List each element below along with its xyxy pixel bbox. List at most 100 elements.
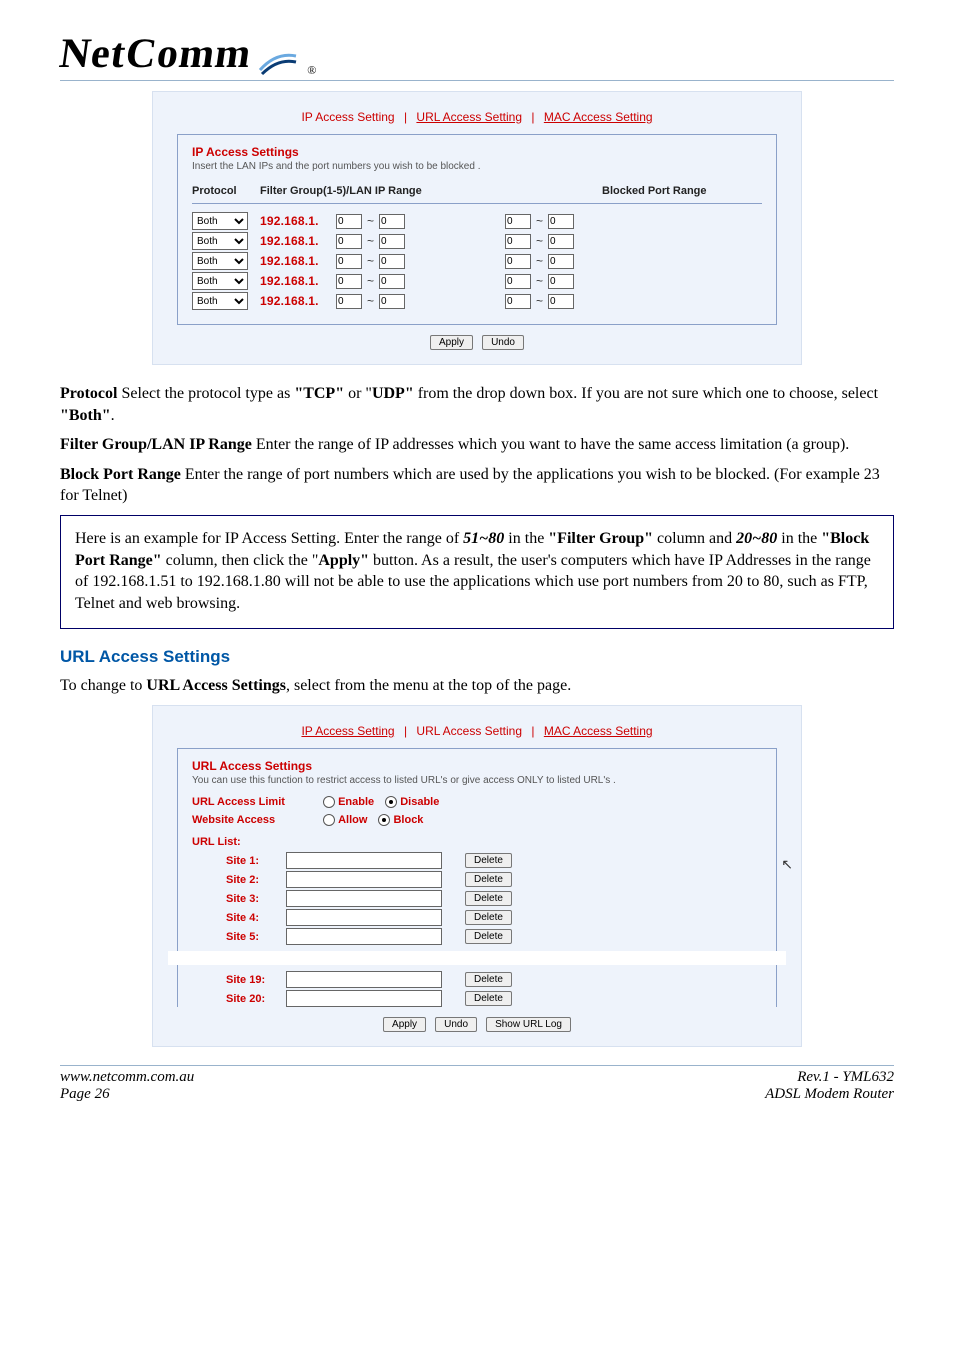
site-url-input[interactable] xyxy=(286,890,442,907)
radio-enable[interactable] xyxy=(323,796,335,808)
tab-url-access-2[interactable]: URL Access Setting xyxy=(416,724,522,738)
url-row: Site 2: Delete xyxy=(192,871,762,888)
port-start-input[interactable] xyxy=(505,294,531,309)
port-start-input[interactable] xyxy=(505,274,531,289)
registered-mark: ® xyxy=(307,63,316,78)
ip-end-input[interactable] xyxy=(379,294,405,309)
ip-table-header: Protocol Filter Group(1-5)/LAN IP Range … xyxy=(192,182,762,204)
ip-end-input[interactable] xyxy=(379,254,405,269)
ip-settings-fieldset: IP Access Settings Insert the LAN IPs an… xyxy=(177,134,777,325)
ip-start-input[interactable] xyxy=(336,274,362,289)
tab-ip-access-2[interactable]: IP Access Setting xyxy=(301,724,394,738)
site-url-input[interactable] xyxy=(286,928,442,945)
url-list-title: URL List: xyxy=(192,836,762,848)
tab-mac-access[interactable]: MAC Access Setting xyxy=(544,110,653,124)
range-separator: ~ xyxy=(367,214,374,228)
port-start-input[interactable] xyxy=(505,254,531,269)
protocol-select[interactable]: Both xyxy=(192,292,248,310)
site-label: Site 20: xyxy=(226,993,286,1005)
ip-end-input[interactable] xyxy=(379,274,405,289)
delete-button[interactable]: Delete xyxy=(465,872,512,887)
port-end-input[interactable] xyxy=(548,234,574,249)
radio-disable[interactable] xyxy=(385,796,397,808)
site-url-input[interactable] xyxy=(286,971,442,988)
url-access-limit-label: URL Access Limit xyxy=(192,796,312,808)
site-url-input[interactable] xyxy=(286,852,442,869)
range-separator: ~ xyxy=(536,254,543,268)
body-content: Protocol Select the protocol type as "TC… xyxy=(60,383,894,697)
url-access-panel: ↖ IP Access Setting | URL Access Setting… xyxy=(152,705,802,1047)
site-url-input[interactable] xyxy=(286,871,442,888)
url-intro-paragraph: To change to URL Access Settings, select… xyxy=(60,675,894,697)
tab-row-url: IP Access Setting | URL Access Setting |… xyxy=(177,724,777,738)
tab-url-access[interactable]: URL Access Setting xyxy=(416,110,522,124)
url-row: Site 20: Delete xyxy=(192,990,762,1007)
ip-row: Both 192.168.1. ~ ~ xyxy=(192,272,762,290)
port-start-input[interactable] xyxy=(505,214,531,229)
site-label: Site 4: xyxy=(226,912,286,924)
radio-allow[interactable] xyxy=(323,814,335,826)
delete-button[interactable]: Delete xyxy=(465,972,512,987)
brand-logo-text: NetComm xyxy=(57,30,255,78)
port-end-input[interactable] xyxy=(548,214,574,229)
site-label: Site 1: xyxy=(226,855,286,867)
protocol-select[interactable]: Both xyxy=(192,252,248,270)
url-section-heading: URL Access Settings xyxy=(60,647,894,667)
footer-rev: Rev.1 - YML632 xyxy=(765,1069,894,1086)
apply-button[interactable]: Apply xyxy=(430,335,473,350)
protocol-paragraph: Protocol Select the protocol type as "TC… xyxy=(60,383,894,426)
undo-button[interactable]: Undo xyxy=(482,335,524,350)
url-undo-button[interactable]: Undo xyxy=(435,1017,477,1032)
tab-mac-access-2[interactable]: MAC Access Setting xyxy=(544,724,653,738)
ip-row: Both 192.168.1. ~ ~ xyxy=(192,292,762,310)
delete-button[interactable]: Delete xyxy=(465,929,512,944)
ip-prefix: 192.168.1. xyxy=(260,214,336,228)
site-url-input[interactable] xyxy=(286,909,442,926)
delete-button[interactable]: Delete xyxy=(465,891,512,906)
range-separator: ~ xyxy=(367,294,374,308)
url-settings-fieldset: URL Access Settings You can use this fun… xyxy=(177,748,777,1007)
port-end-input[interactable] xyxy=(548,274,574,289)
ip-start-input[interactable] xyxy=(336,214,362,229)
delete-button[interactable]: Delete xyxy=(465,910,512,925)
range-separator: ~ xyxy=(536,294,543,308)
tab-ip-access[interactable]: IP Access Setting xyxy=(301,110,394,124)
tab-row-ip: IP Access Setting | URL Access Setting |… xyxy=(177,110,777,124)
protocol-select[interactable]: Both xyxy=(192,212,248,230)
ip-start-input[interactable] xyxy=(336,254,362,269)
url-row: Site 5: Delete xyxy=(192,928,762,945)
site-url-input[interactable] xyxy=(286,990,442,1007)
ip-end-input[interactable] xyxy=(379,234,405,249)
radio-block[interactable] xyxy=(378,814,390,826)
url-row: Site 1: Delete xyxy=(192,852,762,869)
ip-start-input[interactable] xyxy=(336,234,362,249)
url-row: Site 4: Delete xyxy=(192,909,762,926)
footer-product: ADSL Modem Router xyxy=(765,1086,894,1103)
header-blocked: Blocked Port Range xyxy=(602,185,762,197)
port-start-input[interactable] xyxy=(505,234,531,249)
filter-paragraph: Filter Group/LAN IP Range Enter the rang… xyxy=(60,434,894,456)
show-url-log-button[interactable]: Show URL Log xyxy=(486,1017,571,1032)
ip-start-input[interactable] xyxy=(336,294,362,309)
port-end-input[interactable] xyxy=(548,294,574,309)
range-separator: ~ xyxy=(536,234,543,248)
footer-page: Page 26 xyxy=(60,1086,194,1103)
ip-prefix: 192.168.1. xyxy=(260,294,336,308)
ip-prefix: 192.168.1. xyxy=(260,274,336,288)
range-separator: ~ xyxy=(367,274,374,288)
protocol-select[interactable]: Both xyxy=(192,272,248,290)
example-box: Here is an example for IP Access Setting… xyxy=(60,515,894,629)
delete-button[interactable]: Delete xyxy=(465,991,512,1006)
url-apply-button[interactable]: Apply xyxy=(383,1017,426,1032)
range-separator: ~ xyxy=(367,234,374,248)
ip-end-input[interactable] xyxy=(379,214,405,229)
cursor-icon: ↖ xyxy=(781,856,793,873)
footer-url: www.netcomm.com.au xyxy=(60,1069,194,1086)
protocol-select[interactable]: Both xyxy=(192,232,248,250)
port-end-input[interactable] xyxy=(548,254,574,269)
delete-button[interactable]: Delete xyxy=(465,853,512,868)
list-gap xyxy=(168,951,786,965)
url-settings-title: URL Access Settings xyxy=(192,759,762,773)
ip-row: Both 192.168.1. ~ ~ xyxy=(192,212,762,230)
ip-settings-title: IP Access Settings xyxy=(192,145,762,159)
